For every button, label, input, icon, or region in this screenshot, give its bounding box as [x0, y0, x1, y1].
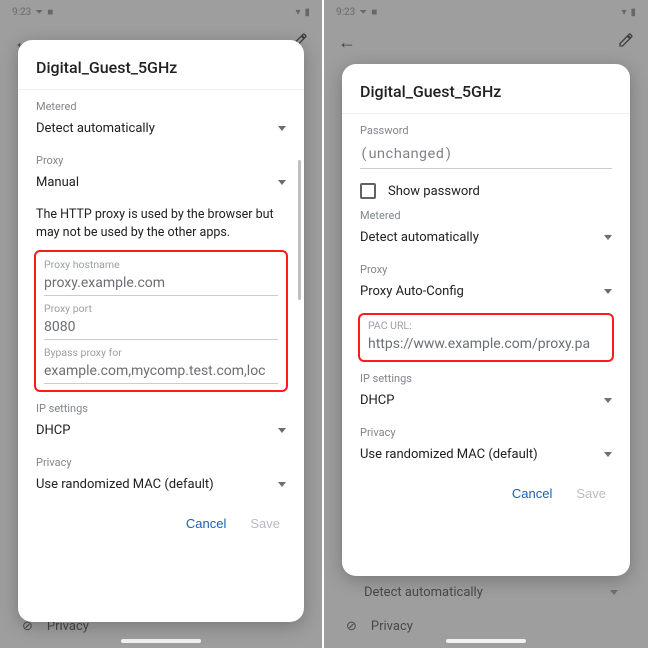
privacy-label: Privacy: [360, 426, 612, 439]
ip-settings-dropdown[interactable]: DHCP: [36, 419, 286, 446]
privacy-value: Use randomized MAC (default): [36, 477, 214, 492]
proxy-dropdown[interactable]: Proxy Auto-Config: [360, 280, 612, 307]
proxy-value: Manual: [36, 175, 79, 190]
status-bar: 9:23⏷■ ▾▮: [324, 0, 648, 24]
ip-settings-label: IP settings: [36, 402, 286, 415]
chevron-down-icon: [278, 482, 286, 487]
dialog-title: Digital_Guest_5GHz: [18, 58, 304, 90]
bg-detect-row: Detect automatically: [324, 585, 648, 600]
wifi-settings-dialog: Digital_Guest_5GHz Metered Detect automa…: [18, 40, 304, 622]
dialog-title: Digital_Guest_5GHz: [342, 82, 630, 114]
metered-label: Metered: [36, 100, 286, 113]
show-password-label: Show password: [388, 184, 480, 199]
bg-privacy-row: ⊘Privacy: [324, 619, 648, 634]
wifi-settings-dialog: Digital_Guest_5GHz Password (unchanged) …: [342, 64, 630, 576]
status-bar: 9:23⏷■ ▾▮: [0, 0, 322, 24]
pac-url-label: PAC URL:: [368, 319, 604, 332]
proxy-value: Proxy Auto-Config: [360, 284, 464, 299]
show-password-row[interactable]: Show password: [360, 183, 612, 199]
metered-value: Detect automatically: [36, 121, 155, 136]
chevron-down-icon: [604, 452, 612, 457]
chevron-down-icon: [604, 398, 612, 403]
port-input[interactable]: 8080: [44, 317, 278, 340]
metered-label: Metered: [360, 209, 612, 222]
chevron-down-icon: [604, 235, 612, 240]
password-label: Password: [360, 124, 612, 137]
save-button: Save: [576, 486, 606, 501]
dialog-actions: Cancel Save: [36, 506, 286, 537]
privacy-value: Use randomized MAC (default): [360, 447, 538, 462]
proxy-label: Proxy: [36, 154, 286, 167]
metered-dropdown[interactable]: Detect automatically: [36, 117, 286, 144]
back-icon[interactable]: ←: [338, 32, 356, 53]
ip-settings-dropdown[interactable]: DHCP: [360, 389, 612, 416]
pac-url-input[interactable]: https://www.example.com/proxy.pa: [368, 334, 604, 356]
hostname-input[interactable]: proxy.example.com: [44, 273, 278, 296]
privacy-dropdown[interactable]: Use randomized MAC (default): [360, 443, 612, 470]
bypass-input[interactable]: example.com,mycomp.test.com,loc: [44, 361, 278, 384]
chevron-down-icon: [278, 180, 286, 185]
edit-icon[interactable]: [618, 32, 634, 52]
gesture-bar: [121, 639, 201, 643]
gesture-bar: [446, 639, 526, 643]
ip-settings-label: IP settings: [360, 372, 612, 385]
hostname-label: Proxy hostname: [44, 258, 278, 271]
ip-settings-value: DHCP: [36, 423, 70, 438]
chevron-down-icon: [604, 289, 612, 294]
password-input[interactable]: (unchanged): [360, 141, 612, 169]
save-button: Save: [250, 516, 280, 531]
proxy-help-text: The HTTP proxy is used by the browser bu…: [36, 206, 286, 242]
cancel-button[interactable]: Cancel: [512, 486, 552, 501]
proxy-dropdown[interactable]: Manual: [36, 171, 286, 198]
checkbox-icon[interactable]: [360, 183, 376, 199]
ip-settings-value: DHCP: [360, 393, 394, 408]
chevron-down-icon: [278, 126, 286, 131]
metered-dropdown[interactable]: Detect automatically: [360, 226, 612, 253]
dialog-actions: Cancel Save: [360, 476, 612, 507]
metered-value: Detect automatically: [360, 230, 479, 245]
pac-url-highlight: PAC URL: https://www.example.com/proxy.p…: [358, 313, 614, 362]
scroll-indicator[interactable]: [298, 160, 301, 300]
privacy-dropdown[interactable]: Use randomized MAC (default): [36, 473, 286, 500]
proxy-label: Proxy: [360, 263, 612, 276]
bypass-label: Bypass proxy for: [44, 346, 278, 359]
cancel-button[interactable]: Cancel: [186, 516, 226, 531]
port-label: Proxy port: [44, 302, 278, 315]
privacy-label: Privacy: [36, 456, 286, 469]
chevron-down-icon: [278, 428, 286, 433]
toolbar: ←: [324, 24, 648, 60]
manual-proxy-highlight: Proxy hostname proxy.example.com Proxy p…: [34, 250, 288, 392]
